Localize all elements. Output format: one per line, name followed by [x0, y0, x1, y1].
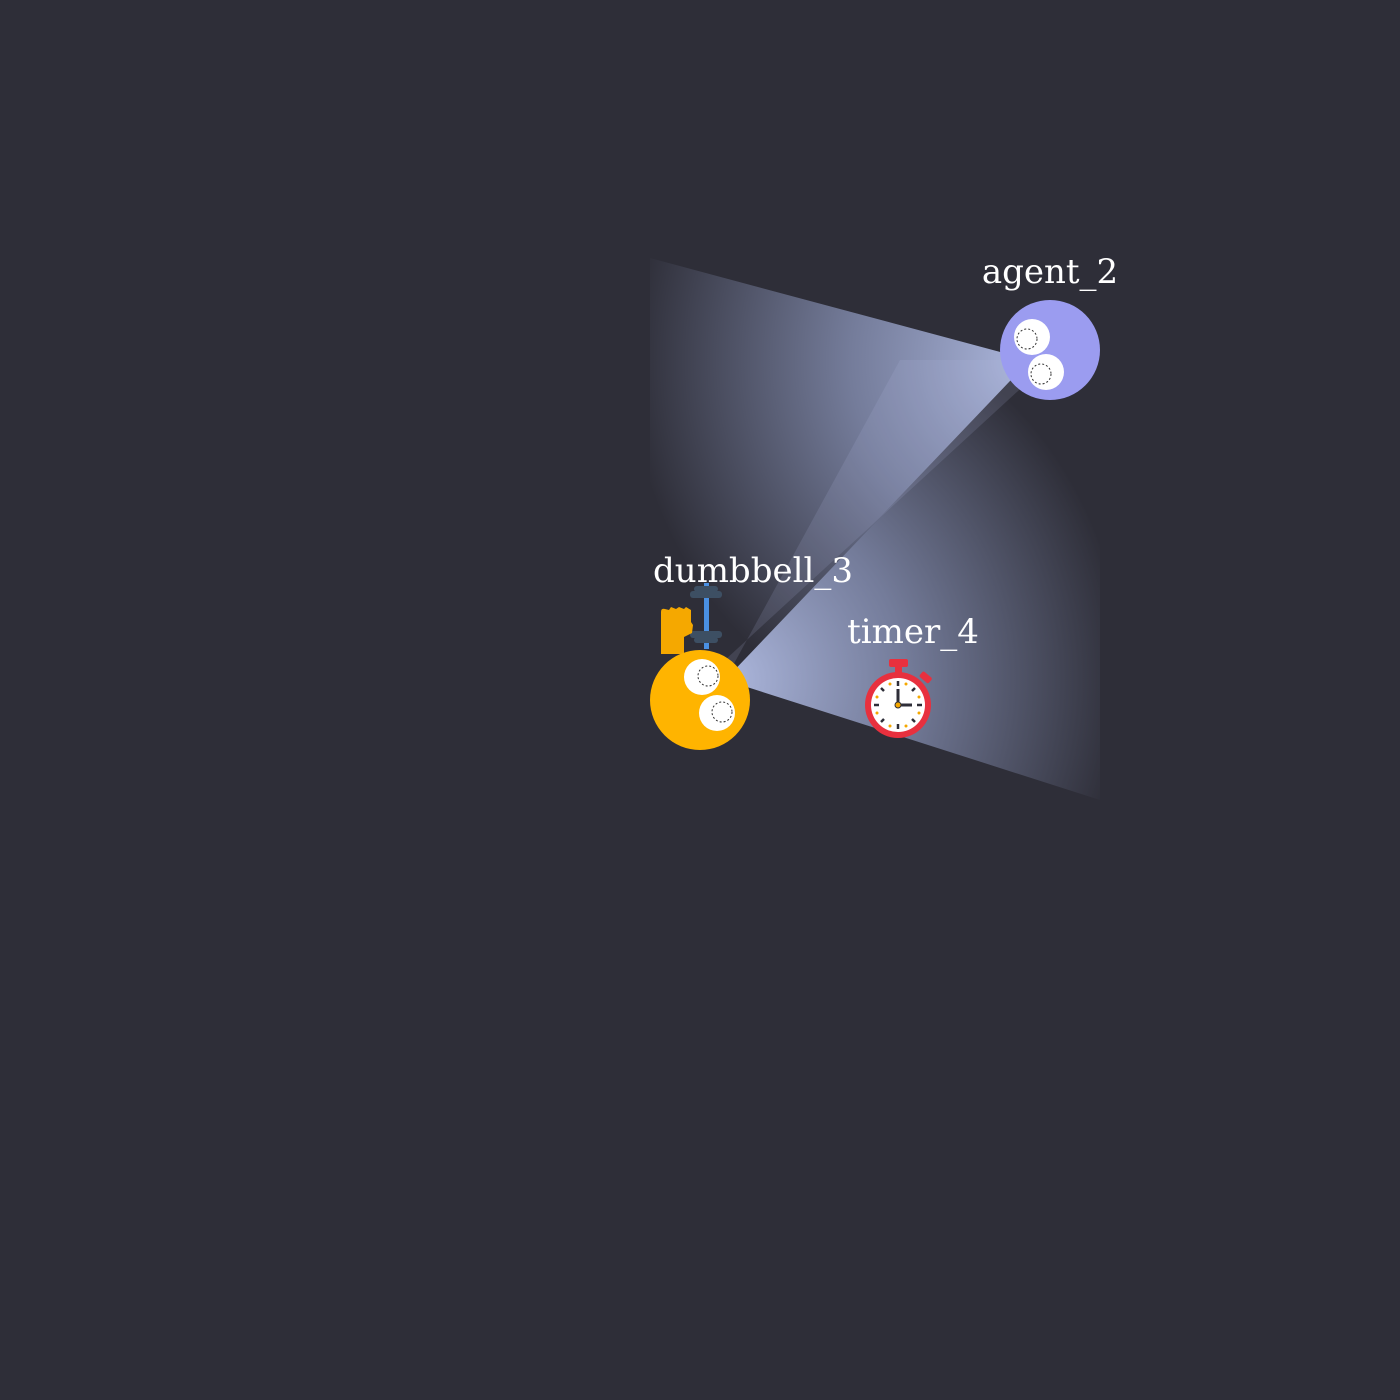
agent-2-label: agent_2 [982, 252, 1118, 292]
timer-4-label: timer_4 [847, 612, 979, 652]
dumbbell-3-label: dumbbell_3 [653, 551, 853, 591]
game-scene: agent_2 dumbbell_3 timer_4 [650, 252, 1118, 800]
